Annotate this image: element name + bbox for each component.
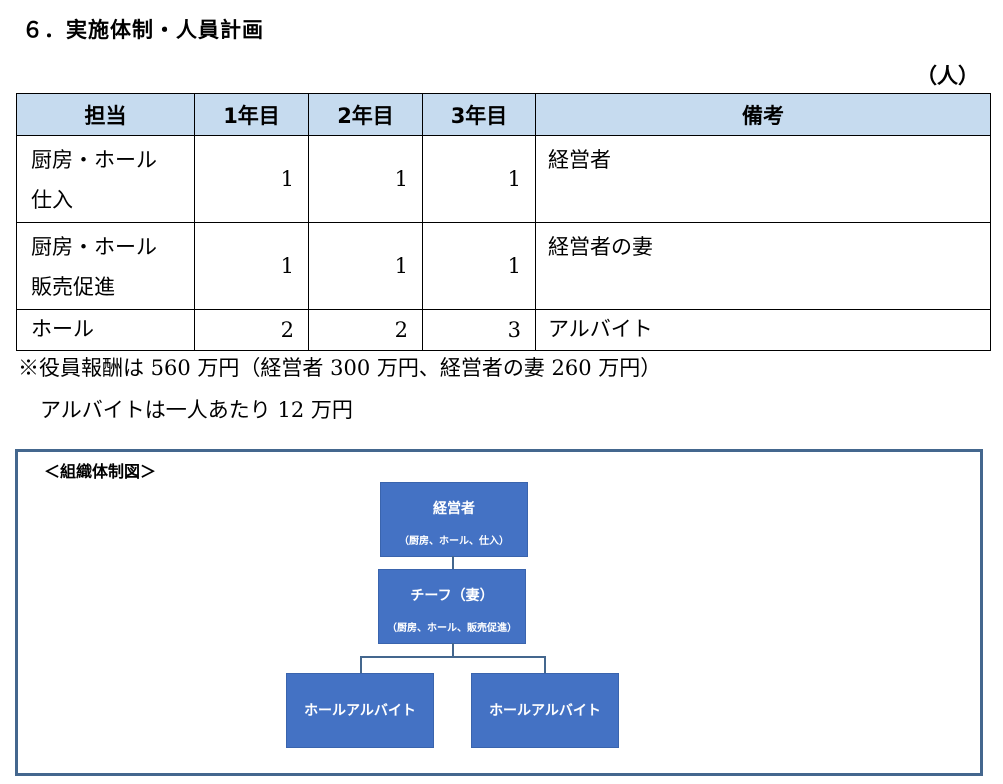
staff-node: ホールアルバイト — [471, 673, 619, 748]
staff-node: ホールアルバイト — [286, 673, 434, 748]
section-heading: ６．実施体制・人員計画 — [22, 18, 264, 42]
header-year2: 2年目 — [308, 93, 423, 136]
remarks-cell: アルバイト — [535, 309, 991, 351]
connector-line — [360, 656, 362, 673]
year2-cell: 2 — [308, 309, 423, 351]
staff-title: ホールアルバイト — [489, 703, 601, 719]
table-row: ホール 2 2 3 アルバイト — [16, 309, 991, 351]
table-row: 厨房・ホール 販売促進 1 1 1 経営者の妻 — [16, 222, 991, 310]
connector-line — [544, 656, 546, 673]
remarks-cell: 経営者 — [535, 135, 991, 223]
role-cell: 厨房・ホール 仕入 — [16, 135, 195, 223]
table-header-row: 担当 1年目 2年目 3年目 備考 — [16, 93, 991, 136]
role-cell: 厨房・ホール 販売促進 — [16, 222, 195, 310]
chief-title: チーフ（妻） — [410, 588, 494, 604]
org-chart-frame: ＜組織体制図＞ 経営者 （厨房、ホール、仕入） チーフ（妻） （厨房、ホール、販… — [15, 449, 983, 776]
header-year1: 1年目 — [194, 93, 309, 136]
header-year3: 3年目 — [422, 93, 536, 136]
header-role: 担当 — [16, 93, 195, 136]
staff-title: ホールアルバイト — [304, 703, 416, 719]
compensation-note: ※役員報酬は 560 万円（経営者 300 万円、経営者の妻 260 万円） — [18, 356, 662, 380]
role-cell: ホール — [16, 309, 195, 351]
table-row: 厨房・ホール 仕入 1 1 1 経営者 — [16, 135, 991, 223]
owner-subtitle: （厨房、ホール、仕入） — [399, 536, 509, 547]
connector-line — [360, 656, 546, 658]
staffing-table: 担当 1年目 2年目 3年目 備考 厨房・ホール 仕入 1 1 1 経営者 厨房… — [16, 93, 991, 351]
owner-title: 経営者 — [433, 501, 475, 517]
year2-cell: 1 — [308, 222, 423, 310]
year1-cell: 1 — [194, 222, 309, 310]
org-chart-title: ＜組織体制図＞ — [44, 462, 157, 481]
part-time-note: アルバイトは一人あたり 12 万円 — [40, 398, 353, 422]
chief-node: チーフ（妻） （厨房、ホール、販売促進） — [378, 569, 526, 644]
year1-cell: 1 — [194, 135, 309, 223]
year2-cell: 1 — [308, 135, 423, 223]
owner-node: 経営者 （厨房、ホール、仕入） — [380, 482, 528, 557]
connector-line — [452, 643, 454, 657]
header-remarks: 備考 — [535, 93, 991, 136]
unit-label: （人） — [916, 64, 979, 88]
year3-cell: 3 — [422, 309, 536, 351]
chief-subtitle: （厨房、ホール、販売促進） — [387, 623, 517, 634]
year3-cell: 1 — [422, 222, 536, 310]
connector-line — [452, 556, 454, 570]
year1-cell: 2 — [194, 309, 309, 351]
remarks-cell: 経営者の妻 — [535, 222, 991, 310]
year3-cell: 1 — [422, 135, 536, 223]
